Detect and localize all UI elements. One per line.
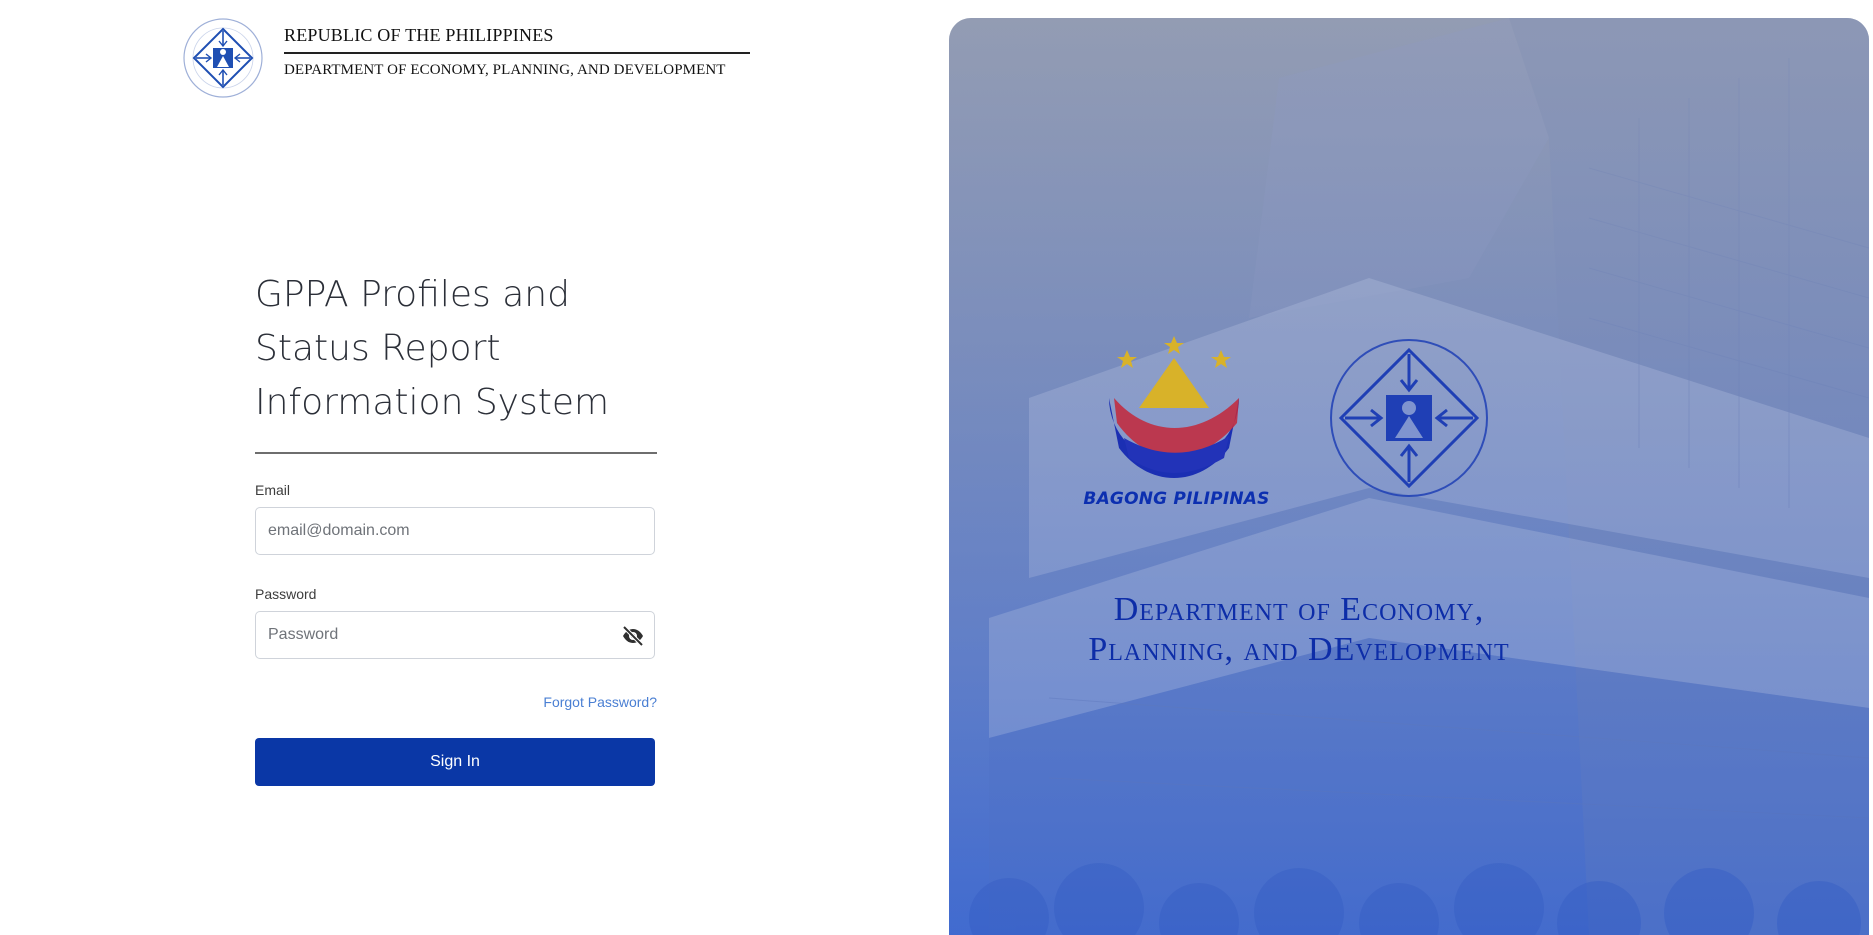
- login-form: GPPA Profiles and Status Report Informat…: [255, 268, 657, 786]
- header-department: DEPARTMENT OF ECONOMY, PLANNING, AND DEV…: [284, 62, 726, 78]
- email-label: Email: [255, 482, 291, 498]
- email-field-box: [255, 507, 655, 555]
- email-input[interactable]: [256, 508, 654, 554]
- bagong-pilipinas-label: BAGONG PILIPINAS: [1083, 489, 1270, 509]
- depdev-seal-icon: [1330, 339, 1488, 497]
- header-republic: REPUBLIC OF THE PHILIPPINES: [284, 25, 750, 54]
- password-input[interactable]: [256, 612, 654, 658]
- login-page: REPUBLIC OF THE PHILIPPINES DEPARTMENT O…: [0, 0, 1873, 935]
- sign-in-button[interactable]: Sign In: [255, 738, 655, 786]
- depdev-seal-icon: [183, 18, 263, 98]
- hero-department-title: Department of Economy, Planning, and DEv…: [1088, 591, 1510, 668]
- page-header: REPUBLIC OF THE PHILIPPINES DEPARTMENT O…: [182, 17, 750, 99]
- header-text: REPUBLIC OF THE PHILIPPINES DEPARTMENT O…: [284, 25, 750, 79]
- forgot-row: Forgot Password?: [255, 694, 657, 712]
- hero-panel: BAGONG PILIPINAS Department of Economy, …: [949, 18, 1869, 935]
- eye-off-icon[interactable]: [620, 623, 646, 649]
- bagong-pilipinas-logo: [1109, 336, 1239, 478]
- password-label: Password: [255, 586, 317, 602]
- forgot-password-link[interactable]: Forgot Password?: [543, 694, 657, 710]
- password-field-box: [255, 611, 655, 659]
- page-title: GPPA Profiles and Status Report Informat…: [255, 268, 657, 454]
